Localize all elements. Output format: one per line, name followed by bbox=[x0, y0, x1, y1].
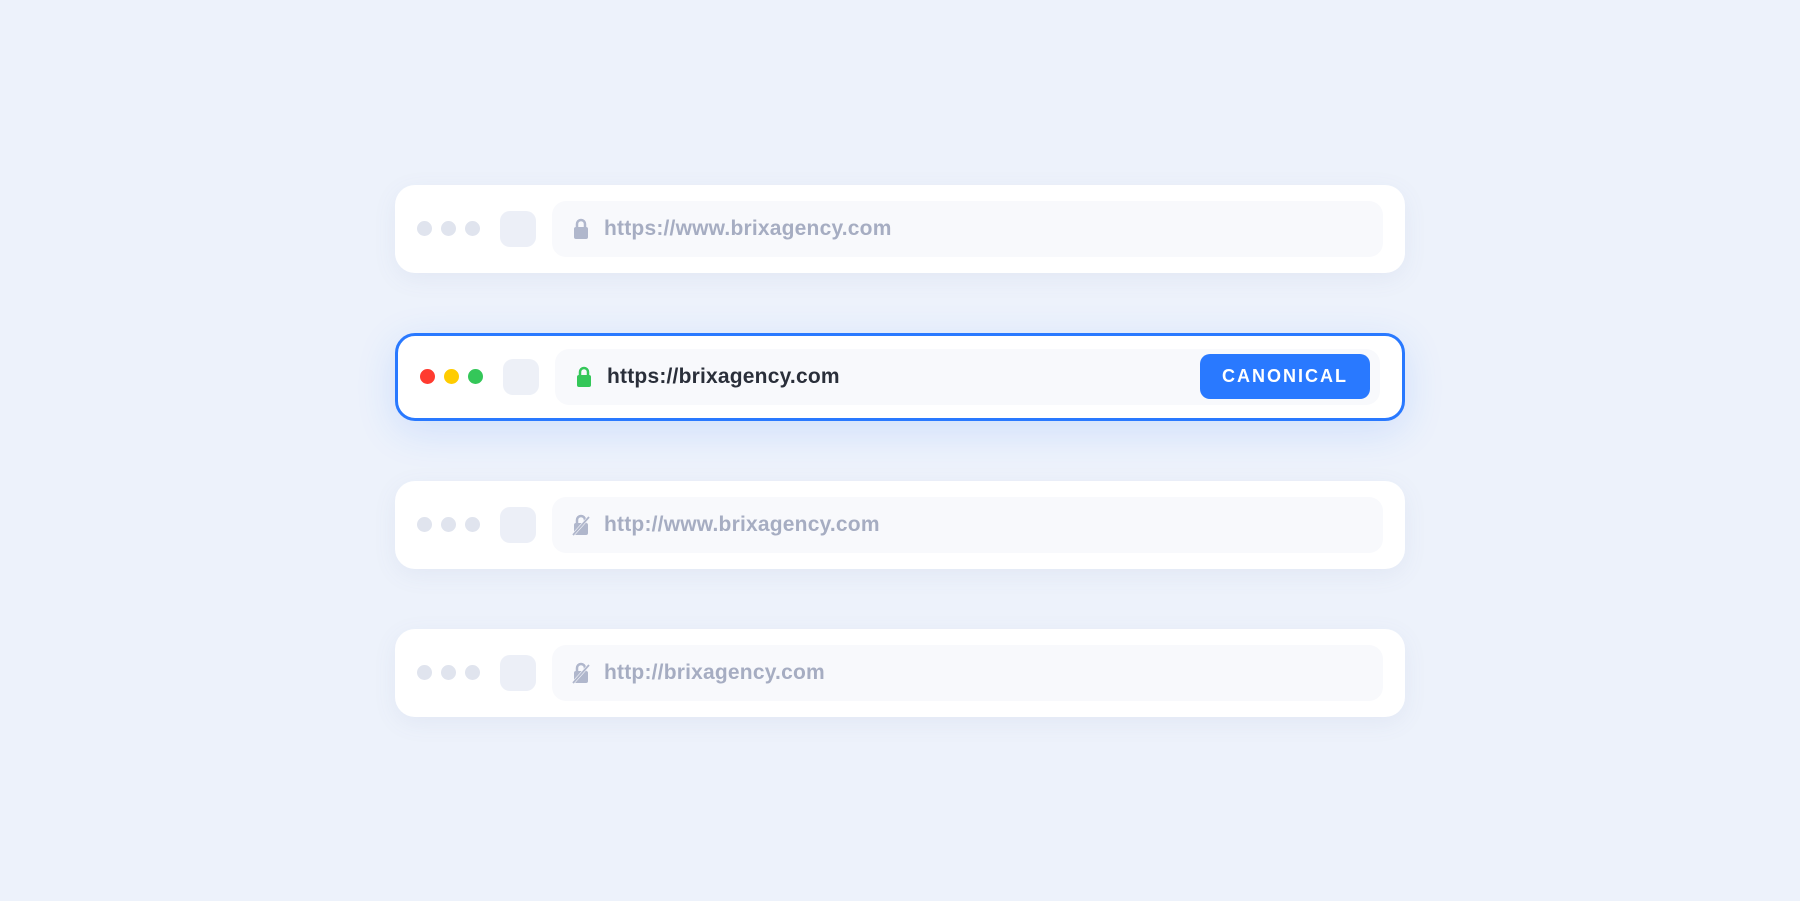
traffic-light-yellow-icon bbox=[441, 221, 456, 236]
tab-placeholder bbox=[503, 359, 539, 395]
browser-bar: http://www.brixagency.com bbox=[395, 481, 1405, 569]
url-text: https://www.brixagency.com bbox=[604, 217, 892, 241]
traffic-lights bbox=[420, 369, 483, 384]
address-field[interactable]: https://www.brixagency.com bbox=[552, 201, 1383, 257]
address-field[interactable]: http://brixagency.com bbox=[552, 645, 1383, 701]
traffic-lights bbox=[417, 221, 480, 236]
traffic-light-red-icon bbox=[417, 221, 432, 236]
traffic-light-red-icon bbox=[417, 517, 432, 532]
lock-secure-icon bbox=[575, 366, 593, 388]
traffic-lights bbox=[417, 517, 480, 532]
lock-insecure-icon bbox=[572, 514, 590, 536]
address-field[interactable]: http://www.brixagency.com bbox=[552, 497, 1383, 553]
browser-bar: https://www.brixagency.com bbox=[395, 185, 1405, 273]
browser-bar-canonical: https://brixagency.com CANONICAL bbox=[395, 333, 1405, 421]
traffic-light-green-icon bbox=[465, 665, 480, 680]
traffic-light-yellow-icon bbox=[441, 517, 456, 532]
traffic-light-green-icon bbox=[465, 517, 480, 532]
url-text: http://www.brixagency.com bbox=[604, 513, 880, 537]
canonical-badge: CANONICAL bbox=[1200, 354, 1370, 399]
traffic-light-yellow-icon bbox=[441, 665, 456, 680]
tab-placeholder bbox=[500, 655, 536, 691]
traffic-light-green-icon bbox=[465, 221, 480, 236]
lock-icon bbox=[572, 218, 590, 240]
traffic-light-red-icon bbox=[417, 665, 432, 680]
tab-placeholder bbox=[500, 211, 536, 247]
address-field[interactable]: https://brixagency.com CANONICAL bbox=[555, 349, 1380, 405]
traffic-light-yellow-icon bbox=[444, 369, 459, 384]
traffic-lights bbox=[417, 665, 480, 680]
tab-placeholder bbox=[500, 507, 536, 543]
lock-insecure-icon bbox=[572, 662, 590, 684]
url-text: https://brixagency.com bbox=[607, 365, 840, 389]
browser-bar: http://brixagency.com bbox=[395, 629, 1405, 717]
traffic-light-green-icon bbox=[468, 369, 483, 384]
url-text: http://brixagency.com bbox=[604, 661, 825, 685]
traffic-light-red-icon bbox=[420, 369, 435, 384]
